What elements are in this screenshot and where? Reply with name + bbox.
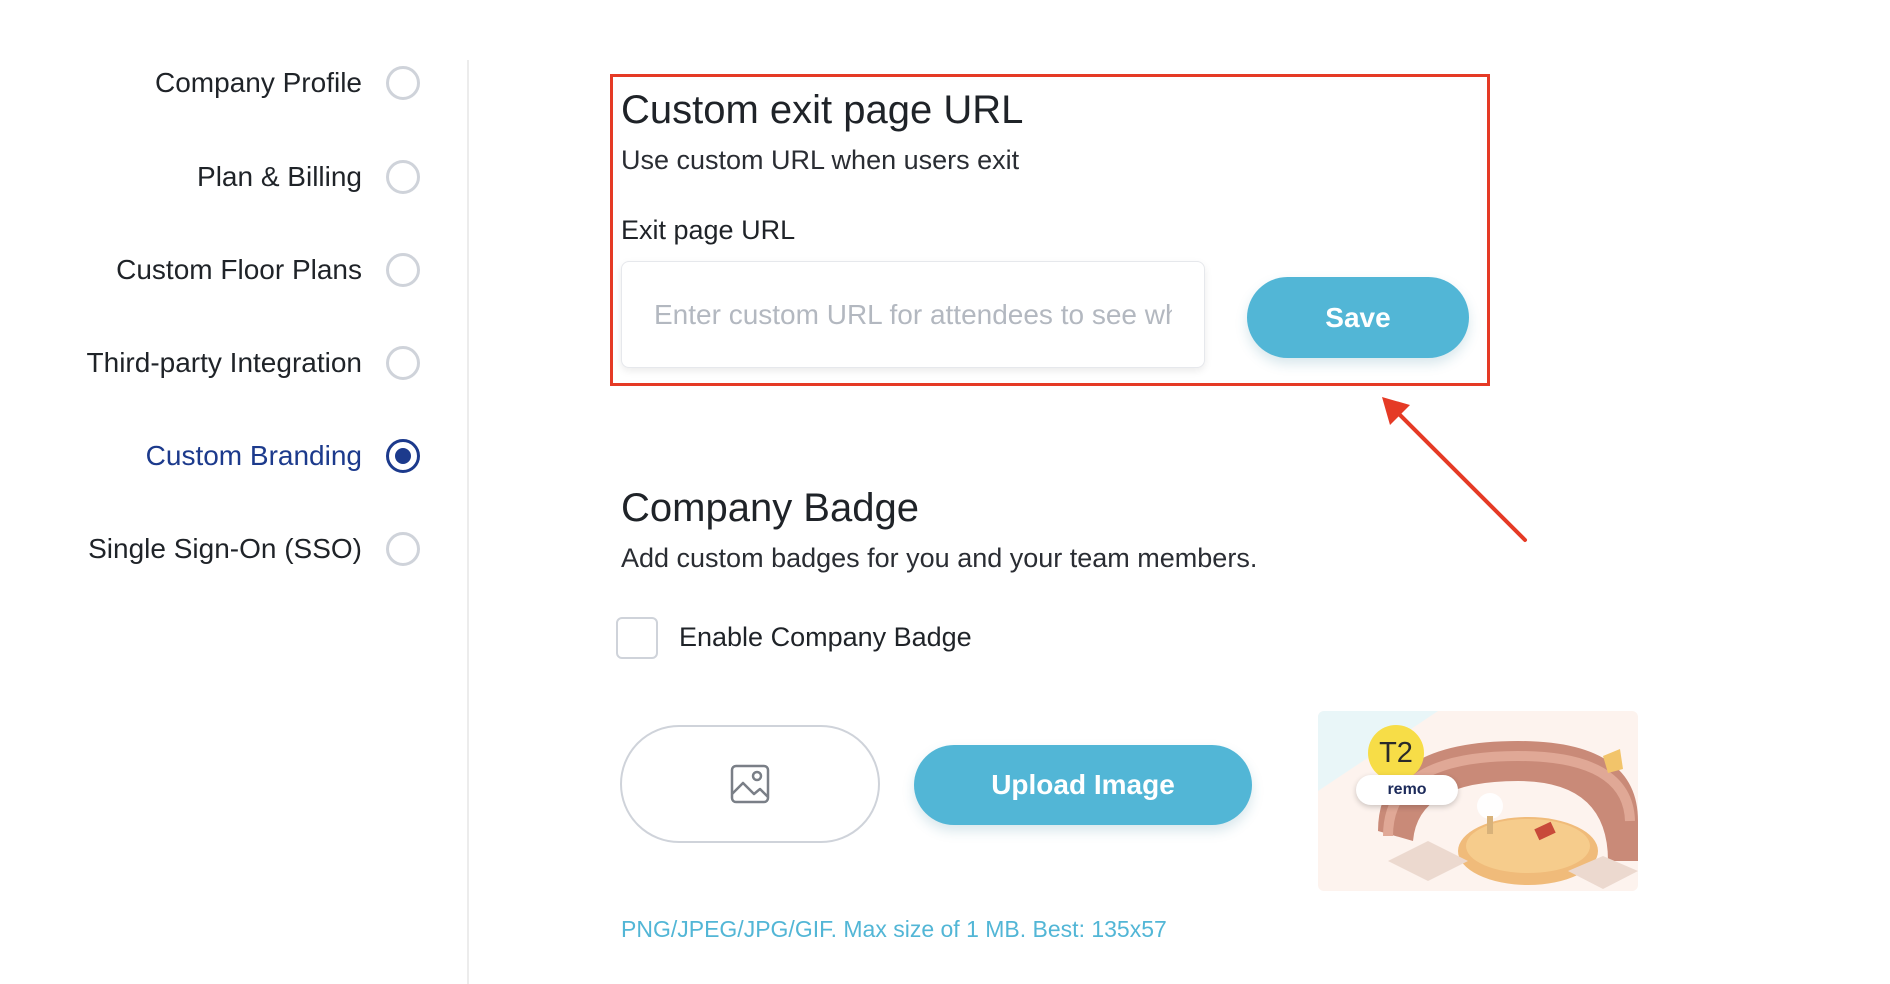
- sidebar-item-label: Custom Branding: [145, 440, 362, 471]
- sidebar-item-label: Third-party Integration: [86, 347, 362, 378]
- red-arrow-icon: [1382, 397, 1527, 542]
- sidebar-item-label: Custom Floor Plans: [116, 254, 362, 285]
- upload-image-button[interactable]: Upload Image: [914, 745, 1252, 825]
- company-badge-subtitle: Add custom badges for you and your team …: [621, 543, 1258, 573]
- highlight-box: [610, 74, 1490, 386]
- badge-sample: T2 remo: [1356, 725, 1460, 833]
- radio-selected-icon: [386, 439, 420, 473]
- image-icon: [730, 764, 770, 804]
- sidebar-item-single-sign-on[interactable]: Single Sign-On (SSO): [88, 527, 420, 571]
- upload-hint: PNG/JPEG/JPG/GIF. Max size of 1 MB. Best…: [621, 916, 1167, 942]
- enable-company-badge-label[interactable]: Enable Company Badge: [679, 622, 972, 653]
- sidebar-item-label: Plan & Billing: [197, 161, 362, 192]
- badge-preview-image: T2 remo: [1318, 711, 1638, 891]
- sidebar-item-label: Company Profile: [155, 67, 362, 98]
- enable-company-badge-checkbox[interactable]: [616, 617, 658, 659]
- radio-icon: [386, 66, 420, 100]
- sidebar-item-company-profile[interactable]: Company Profile: [155, 61, 420, 105]
- radio-icon: [386, 160, 420, 194]
- badge-avatar: T2: [1368, 725, 1424, 781]
- sidebar-item-label: Single Sign-On (SSO): [88, 533, 362, 564]
- sidebar-item-custom-floor-plans[interactable]: Custom Floor Plans: [116, 248, 420, 292]
- settings-sidebar: Company Profile Plan & Billing Custom Fl…: [0, 0, 468, 984]
- radio-icon: [386, 532, 420, 566]
- company-badge-title: Company Badge: [621, 486, 919, 530]
- sidebar-item-third-party-integration[interactable]: Third-party Integration: [87, 341, 420, 385]
- radio-icon: [386, 253, 420, 287]
- sidebar-divider: [467, 60, 469, 984]
- badge-logo-pill: remo: [1356, 775, 1458, 805]
- sidebar-item-custom-branding[interactable]: Custom Branding: [146, 434, 420, 478]
- badge-image-placeholder: [620, 725, 880, 843]
- radio-icon: [386, 346, 420, 380]
- sidebar-item-plan-billing[interactable]: Plan & Billing: [197, 155, 420, 199]
